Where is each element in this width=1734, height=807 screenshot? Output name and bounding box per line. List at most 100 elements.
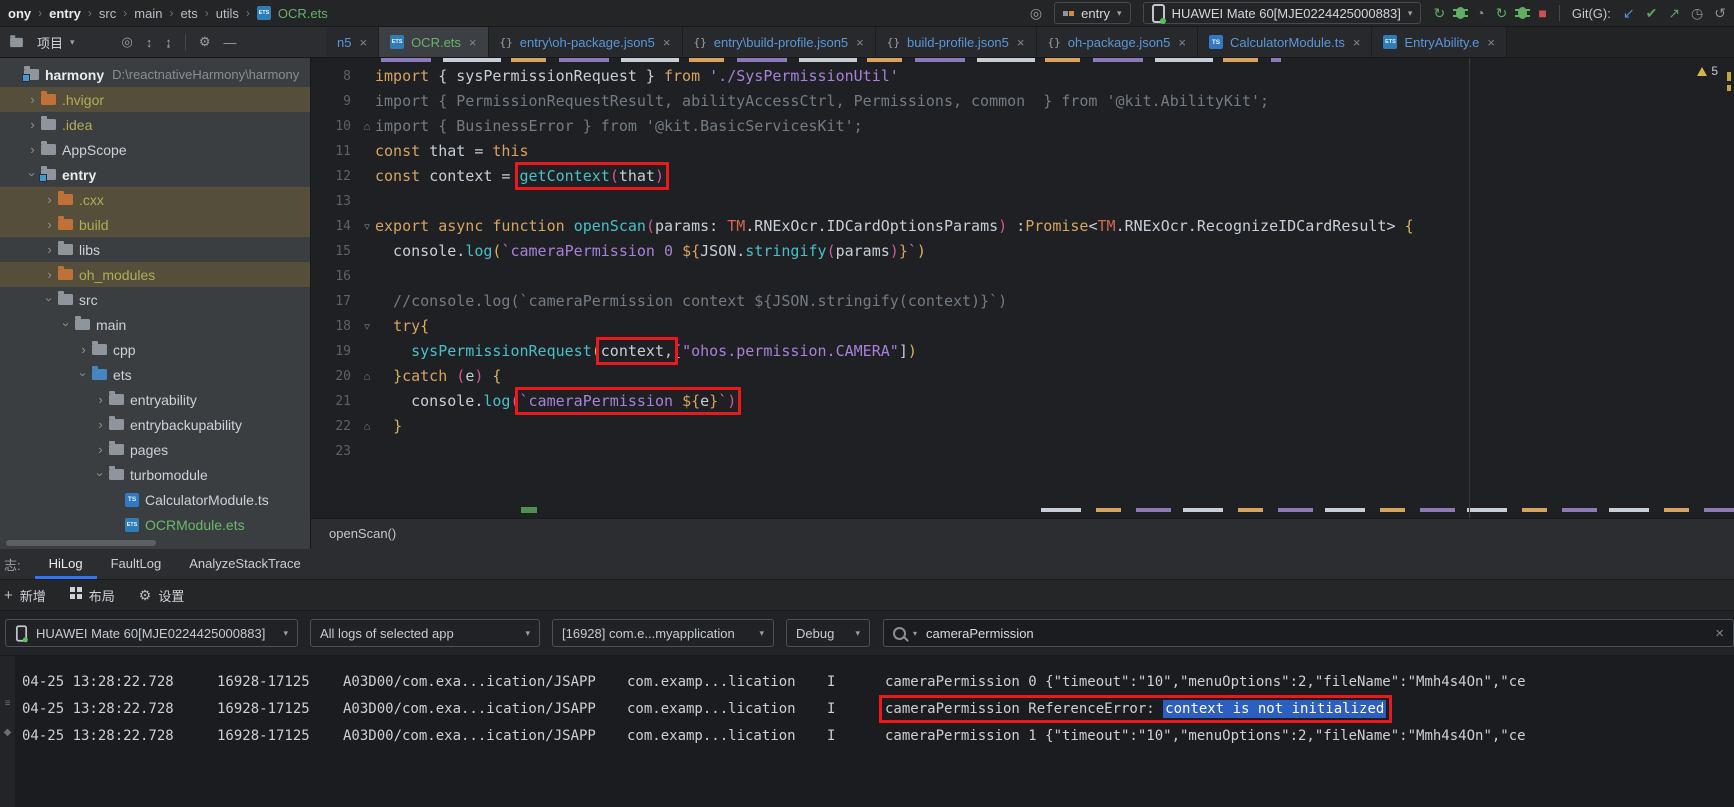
- 布局-button[interactable]: 布局: [69, 586, 115, 605]
- hide-panel-icon[interactable]: —: [224, 35, 237, 50]
- tab-entryability.e[interactable]: ETS EntryAbility.e ×: [1372, 27, 1507, 57]
- close-icon[interactable]: ×: [1017, 35, 1025, 50]
- log-row[interactable]: 04-25 13:28:22.728 16928-17125 A03D00/com.…: [0, 695, 1734, 727]
- run-config-selector[interactable]: entry ▾: [1054, 2, 1131, 24]
- search-input[interactable]: [924, 624, 1709, 642]
- log-search-field[interactable]: ▾ ×: [883, 619, 1734, 647]
- code-line-11[interactable]: 11 const that = this: [311, 139, 1734, 164]
- chevron-collapsed-icon[interactable]: ›: [93, 392, 108, 407]
- fold-marker-icon[interactable]: ⌂: [359, 121, 375, 133]
- log-row[interactable]: 04-25 13:28:22.728 16928-17125 A03D00/com.…: [0, 674, 1734, 700]
- code-line-8[interactable]: 8 import { sysPermissionRequest } from '.…: [311, 64, 1734, 89]
- fold-marker-icon[interactable]: ⌂: [359, 371, 375, 383]
- git-commit-icon[interactable]: ✔: [1646, 6, 1658, 20]
- fold-marker-icon[interactable]: ⌂: [359, 421, 375, 433]
- 设置-button[interactable]: ⚙ 设置: [139, 586, 185, 605]
- device-filter[interactable]: HUAWEI Mate 60[MJE0224425000883] ▾: [5, 619, 298, 647]
- warning-badge[interactable]: 5: [1697, 64, 1718, 78]
- attach-debugger-icon[interactable]: [1515, 7, 1531, 19]
- code-line-23[interactable]: 23: [311, 439, 1734, 464]
- chevron-expanded-icon[interactable]: ›: [93, 467, 108, 482]
- code-line-19[interactable]: 19 sysPermissionRequest(context,["ohos.p…: [311, 337, 1734, 365]
- tree-item-entry[interactable]: › entry: [0, 162, 310, 187]
- code-line-21[interactable]: 21 console.log(`cameraPermission ${e}`): [311, 387, 1734, 415]
- close-icon[interactable]: ×: [1353, 35, 1361, 50]
- tab-entry-build-profile.json5[interactable]: {} entry\build-profile.json5 ×: [682, 27, 876, 57]
- tree-item-libs[interactable]: › libs: [0, 237, 310, 262]
- tree-item-pages[interactable]: › pages: [0, 437, 310, 462]
- chevron-expanded-icon[interactable]: ›: [59, 317, 74, 332]
- chevron-collapsed-icon[interactable]: ›: [25, 142, 40, 157]
- tab-build-profile.json5[interactable]: {} build-profile.json5 ×: [875, 27, 1037, 57]
- tab-ocr.ets[interactable]: ETS OCR.ets ×: [379, 27, 489, 57]
- sync-icon[interactable]: ↻: [1496, 6, 1508, 20]
- project-tree[interactable]: harmony D:\reactnativeHarmony\harmony › .hv…: [0, 58, 311, 549]
- tab-n5[interactable]: n5 ×: [326, 27, 380, 57]
- tree-item-.hvigor[interactable]: › .hvigor: [0, 87, 310, 112]
- chevron-collapsed-icon[interactable]: ›: [42, 217, 57, 232]
- rerun-icon[interactable]: ↻: [1433, 6, 1445, 20]
- tree-item-entrybackupability[interactable]: › entrybackupability: [0, 412, 310, 437]
- project-panel-title[interactable]: 项目: [37, 33, 63, 52]
- breadcrumb-item[interactable]: ony: [8, 6, 31, 21]
- tree-item-cpp[interactable]: › cpp: [0, 337, 310, 362]
- select-opened-file-icon[interactable]: ◎: [122, 34, 133, 50]
- tab-calculatormodule.ts[interactable]: TS CalculatorModule.ts ×: [1197, 27, 1373, 57]
- chevron-collapsed-icon[interactable]: ›: [42, 192, 57, 207]
- debug-icon[interactable]: [1453, 7, 1469, 19]
- code-line-12[interactable]: 12 const context = getContext(that): [311, 162, 1734, 190]
- expand-all-icon[interactable]: ↕: [146, 35, 153, 50]
- level-filter[interactable]: Debug ▾: [786, 619, 870, 647]
- chevron-collapsed-icon[interactable]: ›: [42, 242, 57, 257]
- close-icon[interactable]: ×: [1178, 35, 1186, 50]
- breadcrumb-item[interactable]: ets: [180, 6, 197, 21]
- tree-item-build[interactable]: › build: [0, 212, 310, 237]
- breadcrumb-item[interactable]: entry: [49, 6, 81, 21]
- code-editor[interactable]: 8 import { sysPermissionRequest } from '.…: [311, 58, 1734, 549]
- tab-faultlog[interactable]: FaultLog: [97, 549, 176, 579]
- log-scope-filter[interactable]: All logs of selected app ▾: [310, 619, 540, 647]
- tree-item-.cxx[interactable]: › .cxx: [0, 187, 310, 212]
- tree-item-calculatormodule.ts[interactable]: TS CalculatorModule.ts: [0, 487, 310, 512]
- code-line-10[interactable]: 10 ⌂ import { BusinessError } from '@kit.B…: [311, 114, 1734, 139]
- chevron-collapsed-icon[interactable]: ›: [25, 117, 40, 132]
- git-push-icon[interactable]: ↗: [1668, 6, 1680, 20]
- chevron-collapsed-icon[interactable]: ›: [93, 417, 108, 432]
- log-row[interactable]: 04-25 13:28:22.728 16928-17125 A03D00/com.…: [0, 728, 1734, 754]
- code-line-22[interactable]: 22 ⌂ }: [311, 414, 1734, 439]
- code-line-20[interactable]: 20 ⌂ }catch (e) {: [311, 364, 1734, 389]
- tree-item-appscope[interactable]: › AppScope: [0, 137, 310, 162]
- profiler-icon[interactable]: ◔: [1476, 6, 1484, 20]
- code-line-14[interactable]: 14 ▿ export async function openScan(params…: [311, 214, 1734, 239]
- git-rollback-icon[interactable]: ↺: [1714, 6, 1726, 20]
- chevron-expanded-icon[interactable]: ›: [25, 167, 40, 182]
- 新增-button[interactable]: + 新增: [4, 586, 46, 605]
- tab-hilog[interactable]: HiLog: [35, 549, 97, 579]
- code-line-13[interactable]: 13: [311, 189, 1734, 214]
- tree-item-main[interactable]: › main: [0, 312, 310, 337]
- fold-marker-icon[interactable]: ▿: [359, 320, 375, 333]
- chevron-collapsed-icon[interactable]: ›: [42, 267, 57, 282]
- clear-search-icon[interactable]: ×: [1715, 625, 1724, 642]
- close-icon[interactable]: ×: [359, 35, 367, 50]
- chevron-collapsed-icon[interactable]: ›: [76, 342, 91, 357]
- collapse-all-icon[interactable]: ↨: [165, 35, 172, 50]
- close-icon[interactable]: ×: [1487, 35, 1495, 50]
- tree-item-entryability[interactable]: › entryability: [0, 387, 310, 412]
- breadcrumb-item[interactable]: src: [99, 6, 116, 21]
- stop-icon[interactable]: ■: [1538, 6, 1546, 20]
- close-icon[interactable]: ×: [856, 35, 864, 50]
- tree-scrollbar[interactable]: [6, 540, 156, 546]
- chevron-expanded-icon[interactable]: ›: [76, 367, 91, 382]
- code-line-15[interactable]: 15 console.log(`cameraPermission 0 ${JSO…: [311, 239, 1734, 264]
- close-icon[interactable]: ×: [663, 35, 671, 50]
- breadcrumb-item[interactable]: main: [134, 6, 162, 21]
- close-icon[interactable]: ×: [469, 35, 477, 50]
- tab-analyzestacktrace[interactable]: AnalyzeStackTrace: [175, 549, 315, 579]
- tree-item-harmony[interactable]: harmony D:\reactnativeHarmony\harmony: [0, 62, 310, 87]
- chevron-expanded-icon[interactable]: ›: [42, 292, 57, 307]
- code-line-9[interactable]: 9 import { PermissionRequestResult, abili…: [311, 89, 1734, 114]
- tree-item-ocrmodule.ets[interactable]: ETS OCRModule.ets: [0, 512, 310, 537]
- code-line-17[interactable]: 17 //console.log(`cameraPermission conte…: [311, 289, 1734, 314]
- log-output[interactable]: ≡ ◆ 04-25 13:28:22.728 16928-17125 A03D00/c…: [0, 656, 1734, 807]
